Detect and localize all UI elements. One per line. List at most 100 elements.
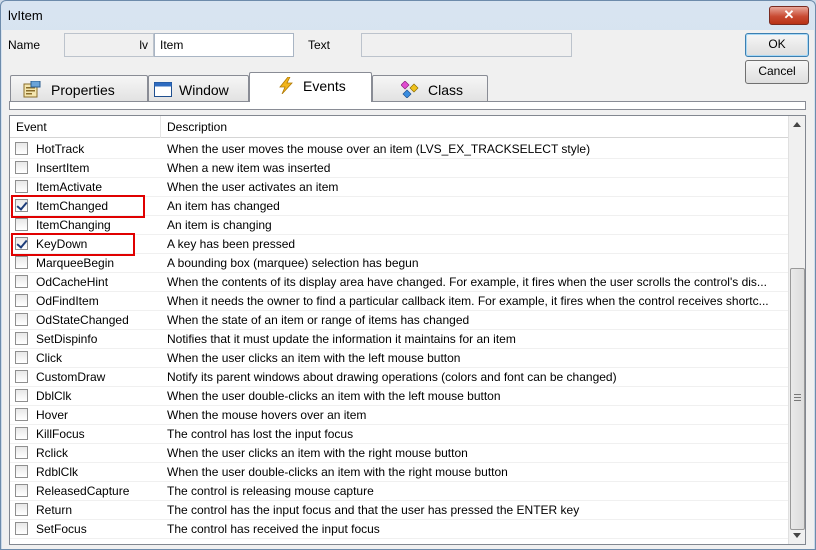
event-checkbox[interactable] xyxy=(15,294,28,307)
events-list[interactable]: Event Description HotTrack When the user … xyxy=(9,115,806,545)
text-input[interactable] xyxy=(361,33,572,57)
event-checkbox[interactable] xyxy=(15,161,28,174)
event-checkbox[interactable] xyxy=(15,313,28,326)
column-header-event[interactable]: Event xyxy=(16,120,47,134)
lightning-icon xyxy=(279,77,293,94)
name-label: Name xyxy=(8,38,41,52)
ok-button[interactable]: OK xyxy=(745,33,809,57)
event-name: Rclick xyxy=(36,446,68,460)
event-name: OdFindItem xyxy=(36,294,99,308)
event-description: Notifies that it must update the informa… xyxy=(167,332,516,346)
event-name: ItemChanging xyxy=(36,218,111,232)
event-description: An item is changing xyxy=(167,218,272,232)
event-name: SetDispinfo xyxy=(36,332,98,346)
close-icon: ✕ xyxy=(783,7,795,22)
event-description: When the user clicks an item with the ri… xyxy=(167,446,468,460)
event-checkbox[interactable] xyxy=(15,351,28,364)
table-row[interactable]: OdFindItem When it needs the owner to fin… xyxy=(10,292,789,311)
event-description: When the user moves the mouse over an it… xyxy=(167,142,591,156)
event-checkbox[interactable] xyxy=(15,503,28,516)
close-button[interactable]: ✕ xyxy=(769,6,809,25)
event-description: A key has been pressed xyxy=(167,237,296,251)
dialog-window: lvItem ✕ Name lv Item Text OK Cancel Pro… xyxy=(0,0,816,550)
window-title: lvItem xyxy=(8,8,43,23)
dialog-client: Name lv Item Text OK Cancel Properties W… xyxy=(2,30,814,549)
event-name: RdblClk xyxy=(36,465,79,479)
table-row[interactable]: SetDispinfo Notifies that it must update … xyxy=(10,330,789,349)
event-name: CustomDraw xyxy=(36,370,106,384)
column-header-description[interactable]: Description xyxy=(167,120,227,134)
event-checkbox[interactable] xyxy=(15,522,28,535)
name-prefix-field: lv xyxy=(64,33,154,57)
table-row[interactable]: KillFocus The control has lost the input … xyxy=(10,425,789,444)
event-description: When the user clicks an item with the le… xyxy=(167,351,461,365)
text-label: Text xyxy=(308,38,331,52)
event-description: When the state of an item or range of it… xyxy=(167,313,470,327)
event-checkbox[interactable] xyxy=(15,218,28,231)
tab-events-label: Events xyxy=(303,78,346,94)
tab-properties-label: Properties xyxy=(51,82,115,98)
table-row[interactable]: KeyDown A key has been pressed xyxy=(10,233,789,256)
name-prefix: lv xyxy=(139,38,148,52)
event-checkbox[interactable] xyxy=(15,332,28,345)
vertical-scrollbar[interactable] xyxy=(788,116,805,544)
event-checkbox[interactable] xyxy=(15,180,28,193)
column-separator[interactable] xyxy=(160,116,161,138)
ok-button-label: OK xyxy=(768,37,786,51)
event-checkbox[interactable] xyxy=(15,370,28,383)
event-checkbox[interactable] xyxy=(15,446,28,459)
event-checkbox[interactable] xyxy=(15,465,28,478)
table-row[interactable]: ItemChanged An item has changed xyxy=(10,195,789,218)
properties-icon xyxy=(23,81,41,98)
tab-class-label: Class xyxy=(428,82,464,98)
event-name: SetFocus xyxy=(36,522,87,536)
table-row[interactable]: OdStateChanged When the state of an item … xyxy=(10,311,789,330)
name-value: Item xyxy=(160,38,184,52)
title-bar[interactable]: lvItem xyxy=(1,1,815,31)
scroll-up-icon[interactable] xyxy=(793,122,801,127)
name-input[interactable]: Item xyxy=(154,33,294,57)
table-row[interactable]: ReleasedCapture The control is releasing … xyxy=(10,482,789,501)
table-row[interactable]: InsertItem When a new item was inserted xyxy=(10,159,789,178)
grip-line xyxy=(794,397,801,398)
event-description: A bounding box (marquee) selection has b… xyxy=(167,256,419,270)
scroll-down-icon[interactable] xyxy=(793,533,801,538)
event-description: When it needs the owner to find a partic… xyxy=(167,294,769,308)
table-row[interactable]: MarqueeBegin A bounding box (marquee) sel… xyxy=(10,254,789,273)
table-row[interactable]: RdblClk When the user double-clicks an it… xyxy=(10,463,789,482)
tab-divider xyxy=(9,101,806,102)
event-description: When the user double-clicks an item with… xyxy=(167,389,501,403)
event-checkbox[interactable] xyxy=(15,389,28,402)
cancel-button[interactable]: Cancel xyxy=(745,60,809,84)
scroll-thumb[interactable] xyxy=(790,268,805,530)
event-description: An item has changed xyxy=(167,199,280,213)
tab-properties[interactable]: Properties xyxy=(10,75,148,101)
event-checkbox[interactable] xyxy=(15,275,28,288)
table-row[interactable]: Click When the user clicks an item with t… xyxy=(10,349,789,368)
tab-events[interactable]: Events xyxy=(249,72,372,102)
event-checkbox[interactable] xyxy=(15,484,28,497)
table-row[interactable]: SetFocus The control has received the inp… xyxy=(10,520,789,539)
event-description: When the user activates an item xyxy=(167,180,339,194)
event-name: KillFocus xyxy=(36,427,85,441)
event-description: The control has the input focus and that… xyxy=(167,503,580,517)
event-checkbox[interactable] xyxy=(15,142,28,155)
table-row[interactable]: DblClk When the user double-clicks an ite… xyxy=(10,387,789,406)
table-row[interactable]: Hover When the mouse hovers over an item xyxy=(10,406,789,425)
event-checkbox[interactable] xyxy=(15,408,28,421)
cancel-button-label: Cancel xyxy=(758,64,796,78)
table-row[interactable]: CustomDraw Notify its parent windows abou… xyxy=(10,368,789,387)
class-icon xyxy=(401,81,419,98)
tab-window[interactable]: Window xyxy=(148,75,249,101)
event-name: InsertItem xyxy=(36,161,90,175)
event-description: When the mouse hovers over an item xyxy=(167,408,367,422)
table-row[interactable]: OdCacheHint When the contents of its disp… xyxy=(10,273,789,292)
table-row[interactable]: Return The control has the input focus an… xyxy=(10,501,789,520)
table-row[interactable]: HotTrack When the user moves the mouse ov… xyxy=(10,140,789,159)
tab-class[interactable]: Class xyxy=(372,75,488,101)
highlight-box xyxy=(11,195,145,218)
event-checkbox[interactable] xyxy=(15,427,28,440)
event-checkbox[interactable] xyxy=(15,256,28,269)
event-name: HotTrack xyxy=(36,142,85,156)
table-row[interactable]: Rclick When the user clicks an item with … xyxy=(10,444,789,463)
